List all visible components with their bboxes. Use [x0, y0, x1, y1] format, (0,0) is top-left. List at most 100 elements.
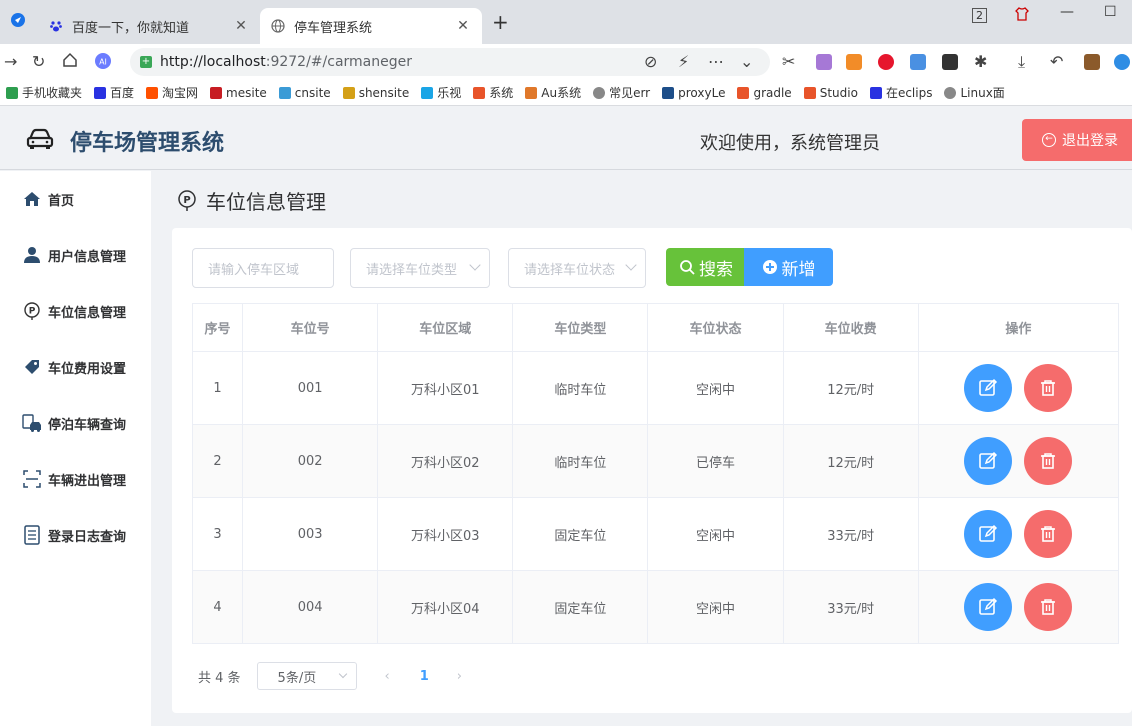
prev-page-icon[interactable]: ‹: [385, 669, 390, 684]
bookmark-item[interactable]: 常见err: [593, 84, 650, 101]
home-browser-icon[interactable]: [62, 52, 78, 72]
cell-type: 临时车位: [512, 424, 649, 498]
bookmark-item[interactable]: 手机收藏夹: [6, 84, 82, 101]
delete-button[interactable]: [1024, 364, 1073, 412]
add-button[interactable]: 新增: [744, 248, 833, 286]
more-icon[interactable]: ⋯: [708, 52, 724, 71]
translate-ext-icon[interactable]: [816, 54, 832, 70]
sidebar-item-label: 停泊车辆查询: [48, 417, 127, 433]
url-field[interactable]: + http://localhost:9272/#/carmaneger: [130, 48, 770, 76]
bookmark-item[interactable]: Studio: [803, 86, 858, 100]
bookmark-item[interactable]: 百度: [94, 84, 134, 101]
trash-icon: [1041, 380, 1056, 396]
sidebar-item-login-log[interactable]: 登录日志查询: [0, 507, 151, 563]
compass-icon[interactable]: ⊘: [644, 52, 657, 71]
column-header[interactable]: 车位状态: [647, 303, 784, 352]
mail-ext-icon[interactable]: [910, 54, 926, 70]
cell-space-number: 001: [242, 351, 379, 425]
page-size-select[interactable]: 5条/页: [256, 662, 357, 690]
fox-ext-icon[interactable]: [846, 54, 862, 70]
edit-button[interactable]: [964, 364, 1013, 412]
forward-icon[interactable]: →: [4, 52, 17, 71]
bookmark-item[interactable]: proxyLe: [662, 86, 725, 100]
page-title: P 车位信息管理: [176, 186, 326, 215]
logout-button[interactable]: ← 退出登录: [1022, 119, 1132, 161]
cell-area: 万科小区01: [377, 351, 514, 425]
type-select[interactable]: 请选择车位类型: [350, 248, 490, 288]
column-header[interactable]: 车位号: [242, 303, 379, 352]
bookmark-item[interactable]: Linux面: [944, 84, 1005, 101]
next-page-icon[interactable]: ›: [457, 669, 462, 684]
area-search-input[interactable]: 请输入停车区域: [192, 248, 334, 288]
sidebar-item-parking[interactable]: P 车位信息管理: [0, 283, 151, 339]
close-icon[interactable]: ✕: [454, 18, 472, 34]
bookmark-item[interactable]: shensite: [342, 86, 409, 100]
cell-seq: 2: [191, 424, 244, 498]
column-header[interactable]: 序号: [191, 303, 244, 352]
bookmark-item[interactable]: gradle: [737, 86, 792, 100]
edit-icon: [979, 378, 998, 396]
window-badge[interactable]: 2: [972, 8, 987, 23]
search-button[interactable]: 搜索: [666, 248, 746, 286]
briefcase-ext-icon[interactable]: [1084, 54, 1100, 70]
log-icon: [22, 525, 42, 545]
edit-icon: [979, 597, 998, 615]
status-select[interactable]: 请选择车位状态: [508, 248, 646, 288]
sidebar-item-fees[interactable]: 车位费用设置: [0, 339, 151, 395]
tab-parking-system[interactable]: 停车管理系统 ✕: [260, 8, 482, 44]
bookmark-item[interactable]: Au系统: [525, 84, 581, 101]
sidebar-item-vehicle-access[interactable]: 车辆进出管理: [0, 451, 151, 507]
edge-ext-icon[interactable]: [1114, 54, 1130, 70]
browser-logo-icon[interactable]: [10, 12, 26, 32]
parking-icon: P: [176, 189, 198, 212]
bookmark-item[interactable]: cnsite: [278, 86, 331, 100]
tab-baidu[interactable]: 百度一下，你就知道 ✕: [38, 8, 260, 44]
cell-fee: 33元/时: [782, 570, 919, 644]
sidebar-item-parked-cars[interactable]: 停泊车辆查询: [0, 395, 151, 451]
undo-icon[interactable]: ↶: [1050, 52, 1063, 71]
weibo-ext-icon[interactable]: [878, 54, 894, 70]
cell-type: 固定车位: [512, 570, 649, 644]
lightning-icon[interactable]: ⚡: [678, 52, 689, 71]
delete-button[interactable]: [1024, 437, 1073, 485]
url-path: :9272/#/carmaneger: [265, 54, 412, 70]
bookmark-item[interactable]: 系统: [473, 84, 513, 101]
maximize-icon[interactable]: ☐: [1104, 4, 1117, 20]
column-header[interactable]: 车位区域: [377, 303, 514, 352]
cell-fee: 12元/时: [782, 424, 919, 498]
ai-icon[interactable]: AI: [94, 52, 112, 74]
delete-button[interactable]: [1024, 583, 1073, 631]
bookmark-item[interactable]: 淘宝网: [146, 84, 198, 101]
cell-type: 临时车位: [512, 351, 649, 425]
edit-button[interactable]: [964, 510, 1013, 558]
site-info-icon[interactable]: +: [140, 56, 152, 68]
edit-button[interactable]: [964, 437, 1013, 485]
download-icon[interactable]: ⤓: [1018, 52, 1025, 72]
delete-button[interactable]: [1024, 510, 1073, 558]
sidebar-item-users[interactable]: 用户信息管理: [0, 227, 151, 283]
scissors-icon[interactable]: ✂: [782, 52, 795, 71]
page-number[interactable]: 1: [420, 669, 429, 684]
cell-status: 空闲中: [647, 351, 784, 425]
site-icon: [473, 86, 486, 99]
column-header[interactable]: 车位类型: [512, 303, 649, 352]
sidebar-item-home[interactable]: 首页: [0, 171, 151, 227]
new-tab-icon[interactable]: +: [492, 10, 509, 34]
minimize-icon[interactable]: —: [1060, 4, 1074, 20]
tab-label: 停车管理系统: [294, 20, 373, 36]
reload-icon[interactable]: ↻: [32, 52, 45, 71]
bookmark-item[interactable]: mesite: [210, 86, 267, 100]
edit-button[interactable]: [964, 583, 1013, 631]
pagination: 共 4 条 5条/页 ‹ 1 ›: [198, 662, 462, 690]
puzzle-icon[interactable]: ✱: [974, 52, 987, 71]
bookmark-item[interactable]: 在eclips: [869, 84, 932, 101]
shirt-icon[interactable]: [1014, 6, 1030, 26]
price-tag-icon: [22, 357, 42, 377]
welcome-text: 欢迎使用，系统管理员: [700, 133, 880, 154]
column-header[interactable]: 车位收费: [782, 303, 919, 352]
chevron-down-icon[interactable]: ⌄: [740, 52, 753, 71]
user-icon: [22, 245, 42, 265]
pocket-ext-icon[interactable]: [942, 54, 958, 70]
bookmark-item[interactable]: 乐视: [421, 84, 461, 101]
close-icon[interactable]: ✕: [232, 18, 250, 34]
